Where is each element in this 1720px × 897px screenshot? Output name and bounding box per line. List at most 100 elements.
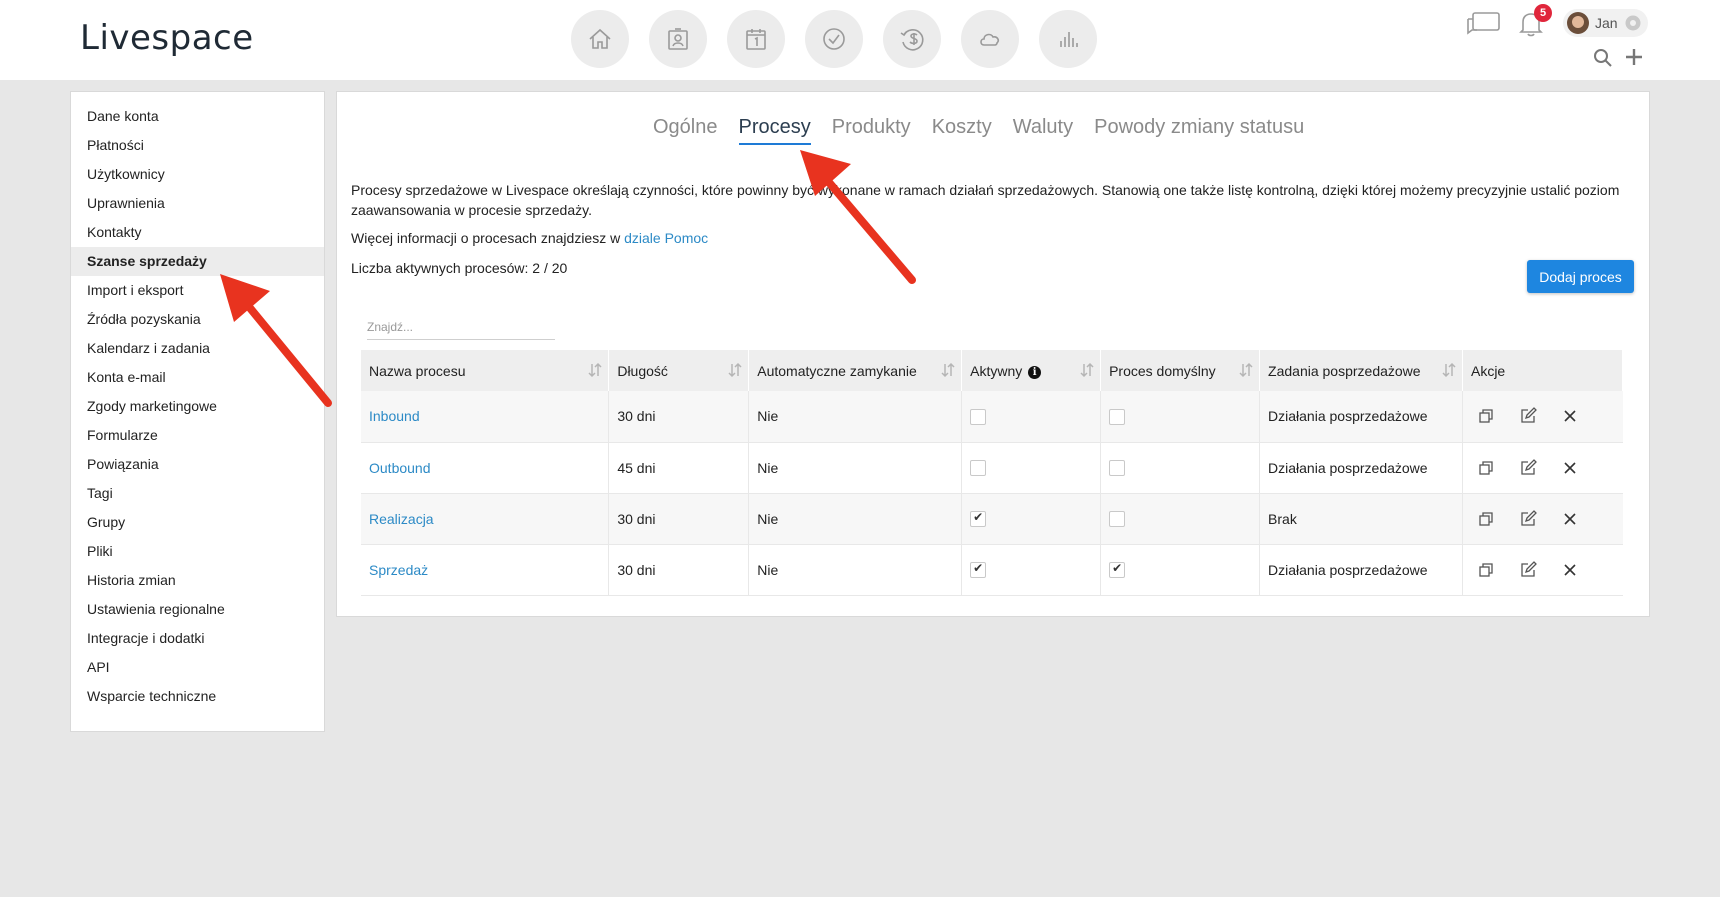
tab-koszty[interactable]: Koszty xyxy=(932,116,992,145)
edit-icon[interactable] xyxy=(1519,509,1537,528)
notification-badge: 5 xyxy=(1534,4,1552,22)
user-name: Jan xyxy=(1595,15,1618,31)
copy-icon[interactable] xyxy=(1477,510,1495,528)
sidebar-item-zgody-marketingowe[interactable]: Zgody marketingowe xyxy=(71,392,324,421)
default-checkbox[interactable] xyxy=(1109,408,1126,425)
tab-procesy[interactable]: Procesy xyxy=(738,116,811,145)
sort-icon[interactable] xyxy=(1080,362,1094,378)
sidebar-item-platnosci[interactable]: Płatności xyxy=(71,131,324,160)
delete-icon[interactable] xyxy=(1561,561,1579,579)
sidebar-item-kontakty[interactable]: Kontakty xyxy=(71,218,324,247)
home-icon[interactable] xyxy=(571,10,629,68)
cell-process-name[interactable]: Realizacja xyxy=(361,493,610,545)
tab-powody-zmiany-statusu[interactable]: Powody zmiany statusu xyxy=(1094,116,1304,145)
sidebar-item-grupy[interactable]: Grupy xyxy=(71,508,324,537)
copy-icon[interactable] xyxy=(1477,561,1495,579)
edit-icon[interactable] xyxy=(1519,407,1537,425)
tab-waluty[interactable]: Waluty xyxy=(1013,116,1073,145)
delete-icon[interactable] xyxy=(1561,510,1579,528)
edit-icon[interactable] xyxy=(1519,560,1537,579)
sidebar-item-integracje[interactable]: Integracje i dodatki xyxy=(71,624,324,653)
deals-icon[interactable] xyxy=(883,10,941,68)
contacts-icon[interactable] xyxy=(649,10,707,68)
sidebar-item-konta-email[interactable]: Konta e-mail xyxy=(71,363,324,392)
cell-after-sales: Działania posprzedażowe xyxy=(1259,544,1463,596)
edit-icon[interactable] xyxy=(1519,458,1537,477)
sidebar-item-szanse-sprzedazy[interactable]: Szanse sprzedaży xyxy=(71,247,324,276)
col-header-auto-close[interactable]: Automatyczne zamykanie xyxy=(748,350,963,391)
sidebar-item-powiazania[interactable]: Powiązania xyxy=(71,450,324,479)
sidebar-item-pliki[interactable]: Pliki xyxy=(71,537,324,566)
cell-process-name[interactable]: Sprzedaż xyxy=(361,544,610,596)
active-checkbox[interactable] xyxy=(970,510,987,528)
process-link[interactable]: Realizacja xyxy=(369,511,434,527)
sidebar-item-zrodla-pozyskania[interactable]: Źródła pozyskania xyxy=(71,305,324,334)
default-checkbox[interactable] xyxy=(1109,460,1126,477)
col-header-after-sales[interactable]: Zadania posprzedażowe xyxy=(1259,350,1463,391)
default-checkbox[interactable] xyxy=(1109,511,1126,528)
sidebar-item-uprawnienia[interactable]: Uprawnienia xyxy=(71,189,324,218)
col-header-length[interactable]: Długość xyxy=(608,350,750,391)
active-checkbox[interactable] xyxy=(970,460,987,477)
process-link[interactable]: Inbound xyxy=(369,408,420,424)
active-checkbox[interactable] xyxy=(970,408,987,425)
gear-icon[interactable] xyxy=(1624,14,1642,32)
sidebar-item-tagi[interactable]: Tagi xyxy=(71,479,324,508)
tab-produkty[interactable]: Produkty xyxy=(832,116,911,145)
sort-icon[interactable] xyxy=(1239,362,1253,378)
top-bar: Livespace 5 Jan xyxy=(0,0,1720,80)
search-input[interactable] xyxy=(367,314,555,340)
process-link[interactable]: Sprzedaż xyxy=(369,562,428,578)
process-link[interactable]: Outbound xyxy=(369,460,431,476)
sidebar-item-wsparcie[interactable]: Wsparcie techniczne xyxy=(71,682,324,711)
reports-icon[interactable] xyxy=(1039,10,1097,68)
table-row: Sprzedaż 30 dni Nie Działania posprzedaż… xyxy=(361,544,1623,596)
delete-icon[interactable] xyxy=(1561,459,1579,477)
tab-ogolne[interactable]: Ogólne xyxy=(653,116,718,145)
settings-sidebar: Dane konta Płatności Użytkownicy Uprawni… xyxy=(70,91,325,732)
sidebar-item-import-eksport[interactable]: Import i eksport xyxy=(71,276,324,305)
col-header-name[interactable]: Nazwa procesu xyxy=(361,350,610,391)
sidebar-item-uzytkownicy[interactable]: Użytkownicy xyxy=(71,160,324,189)
sort-icon[interactable] xyxy=(588,362,602,378)
calendar-icon[interactable] xyxy=(727,10,785,68)
col-header-default-label: Proces domyślny xyxy=(1109,362,1216,379)
sidebar-item-ustawienia-regionalne[interactable]: Ustawienia regionalne xyxy=(71,595,324,624)
table-row: Outbound 45 dni Nie Działania posprzedaż… xyxy=(361,442,1623,494)
cell-process-name[interactable]: Inbound xyxy=(361,391,610,443)
active-checkbox[interactable] xyxy=(970,561,987,579)
cell-auto-close: Nie xyxy=(748,442,963,494)
search-icon[interactable] xyxy=(1592,47,1614,69)
tasks-icon[interactable] xyxy=(805,10,863,68)
table-row: Inbound 30 dni Nie Działania posprzedażo… xyxy=(361,391,1623,443)
app-logo[interactable]: Livespace xyxy=(80,18,254,58)
sidebar-item-historia-zmian[interactable]: Historia zmian xyxy=(71,566,324,595)
default-checkbox[interactable] xyxy=(1109,561,1126,579)
cell-process-name[interactable]: Outbound xyxy=(361,442,610,494)
cell-after-sales: Działania posprzedażowe xyxy=(1259,391,1463,443)
copy-icon[interactable] xyxy=(1477,407,1495,425)
chat-icon[interactable] xyxy=(1465,10,1501,38)
plus-icon[interactable] xyxy=(1623,46,1645,68)
add-process-button[interactable]: Dodaj proces xyxy=(1527,260,1634,293)
cell-default xyxy=(1100,493,1261,545)
sort-icon[interactable] xyxy=(941,362,955,378)
user-menu[interactable]: Jan xyxy=(1563,9,1648,37)
sidebar-item-api[interactable]: API xyxy=(71,653,324,682)
cloud-icon[interactable] xyxy=(961,10,1019,68)
sidebar-item-formularze[interactable]: Formularze xyxy=(71,421,324,450)
sidebar-item-dane-konta[interactable]: Dane konta xyxy=(71,102,324,131)
col-header-active[interactable]: Aktywny i xyxy=(961,350,1102,391)
delete-icon[interactable] xyxy=(1561,407,1579,425)
col-header-actions: Akcje xyxy=(1462,350,1624,391)
col-header-length-label: Długość xyxy=(617,362,668,379)
col-header-actions-label: Akcje xyxy=(1470,362,1506,379)
sidebar-item-kalendarz-zadania[interactable]: Kalendarz i zadania xyxy=(71,334,324,363)
col-header-default[interactable]: Proces domyślny xyxy=(1100,350,1261,391)
sort-icon[interactable] xyxy=(1442,362,1456,378)
copy-icon[interactable] xyxy=(1477,459,1495,477)
sort-icon[interactable] xyxy=(728,362,742,378)
help-link[interactable]: dziale Pomoc xyxy=(624,230,708,246)
info-icon[interactable]: i xyxy=(1028,365,1042,379)
cell-active xyxy=(961,391,1102,443)
